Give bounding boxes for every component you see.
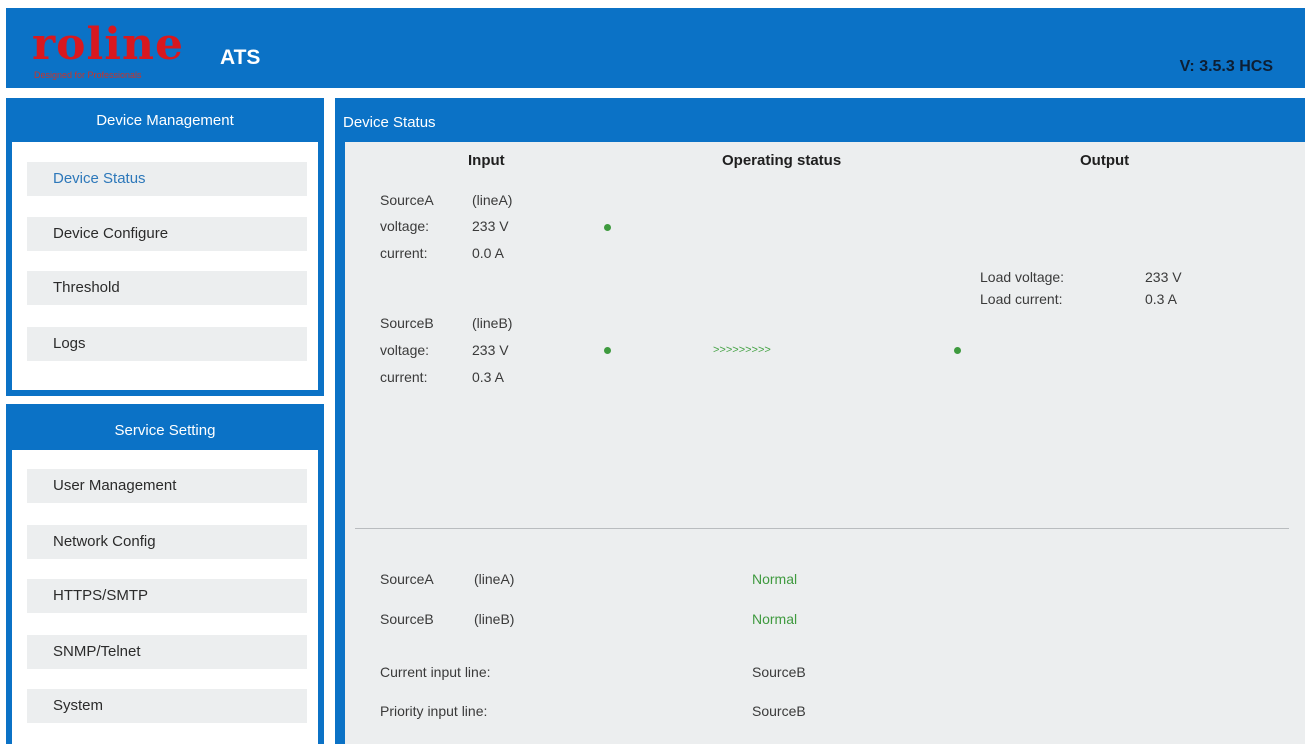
service-setting-panel: Service Setting User Management Network … [6, 404, 324, 744]
service-setting-title: Service Setting [114, 422, 216, 439]
roline-logo: roline Designed for Professionals [32, 20, 198, 86]
operating-status-column-header: Operating status [722, 152, 842, 169]
input-column-header: Input [468, 152, 505, 169]
source-a-name: SourceA [380, 192, 434, 208]
priority-input-line-label: Priority input line: [380, 703, 488, 719]
status-source-b-state: Normal [752, 611, 798, 627]
source-a-current-label: current: [380, 245, 428, 261]
load-voltage-label: Load voltage: [980, 269, 1065, 285]
source-b-name: SourceB [380, 315, 434, 331]
nav-device-configure[interactable]: Device Configure [27, 217, 307, 251]
version-label: V: 3.5.3 HCS [1179, 58, 1273, 75]
source-b-current-value: 0.3 A [472, 369, 504, 385]
load-voltage-value: 233 V [1145, 269, 1182, 285]
load-current-label: Load current: [980, 291, 1063, 307]
logo-tagline: Designed for Professionals [34, 70, 142, 80]
device-management-title: Device Management [96, 112, 234, 129]
device-management-panel: Device Management Device Status Device C… [6, 98, 324, 396]
device-status-body: Input Operating status Output SourceA (l… [345, 142, 1305, 744]
status-source-a-name: SourceA [380, 571, 434, 587]
source-a-voltage-value: 233 V [472, 218, 509, 234]
output-status-dot [954, 347, 961, 354]
nav-snmp-telnet[interactable]: SNMP/Telnet [27, 635, 307, 669]
logo-wordmark: roline [32, 19, 184, 70]
status-source-a-line: (lineA) [474, 571, 515, 587]
status-source-b-name: SourceB [380, 611, 434, 627]
nav-https-smtp[interactable]: HTTPS/SMTP [27, 579, 307, 613]
source-b-line: (lineB) [472, 315, 513, 331]
nav-network-config[interactable]: Network Config [27, 525, 307, 559]
output-column-header: Output [1080, 152, 1130, 169]
status-source-a-state: Normal [752, 571, 798, 587]
source-b-current-label: current: [380, 369, 428, 385]
current-input-line-label: Current input line: [380, 664, 491, 680]
service-setting-menu: User Management Network Config HTTPS/SMT… [12, 450, 318, 744]
app-title: ATS [220, 46, 261, 69]
source-b-voltage-value: 233 V [472, 342, 509, 358]
source-a-voltage-label: voltage: [380, 218, 430, 234]
nav-device-status[interactable]: Device Status [27, 162, 307, 196]
content-title: Device Status [343, 114, 436, 131]
source-a-current-value: 0.0 A [472, 245, 504, 261]
load-current-value: 0.3 A [1145, 291, 1177, 307]
current-input-line-value: SourceB [752, 664, 806, 680]
header-bar: roline Designed for Professionals ATS V:… [6, 8, 1305, 88]
priority-input-line-value: SourceB [752, 703, 806, 719]
nav-system[interactable]: System [27, 689, 307, 723]
source-b-voltage-label: voltage: [380, 342, 430, 358]
power-flow-indicator: >>>>>>>>> [713, 344, 771, 356]
device-management-menu: Device Status Device Configure Threshold… [12, 142, 318, 390]
device-status-panel: Device Status Input Operating status Out… [335, 98, 1305, 744]
source-a-line: (lineA) [472, 192, 513, 208]
source-a-status-dot [604, 224, 611, 231]
source-b-status-dot [604, 347, 611, 354]
nav-threshold[interactable]: Threshold [27, 271, 307, 305]
status-source-b-line: (lineB) [474, 611, 515, 627]
nav-user-management[interactable]: User Management [27, 469, 307, 503]
nav-logs[interactable]: Logs [27, 327, 307, 361]
section-divider [355, 528, 1289, 529]
